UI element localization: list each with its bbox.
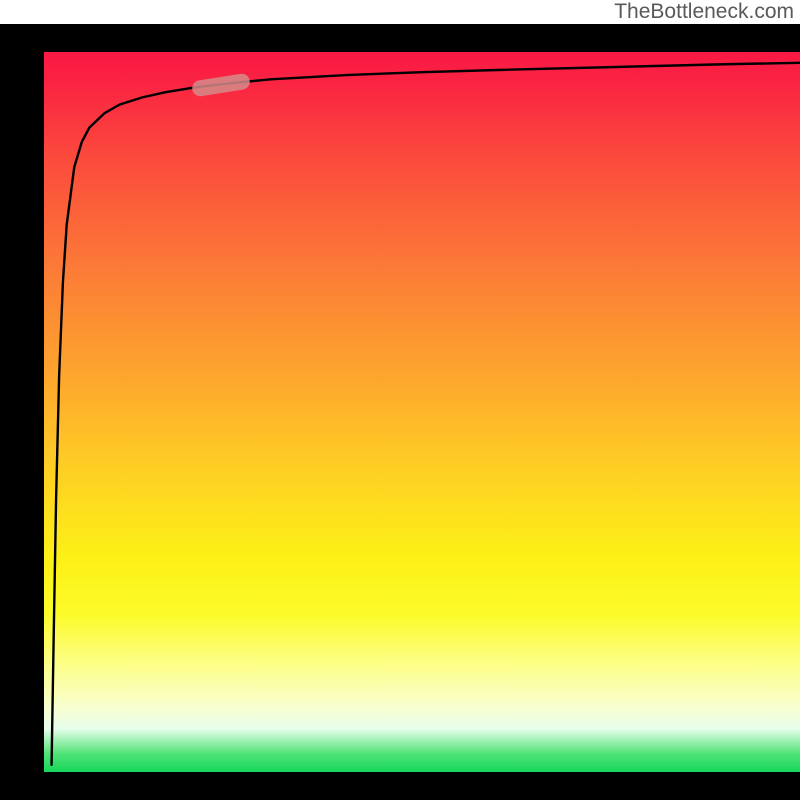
bottleneck-curve (52, 63, 800, 765)
chart-frame (0, 24, 800, 800)
watermark-label: TheBottleneck.com (614, 0, 794, 24)
plot-area (44, 52, 800, 772)
curve-marker (191, 73, 251, 98)
curve-layer (44, 52, 800, 772)
chart-root: TheBottleneck.com (0, 0, 800, 800)
